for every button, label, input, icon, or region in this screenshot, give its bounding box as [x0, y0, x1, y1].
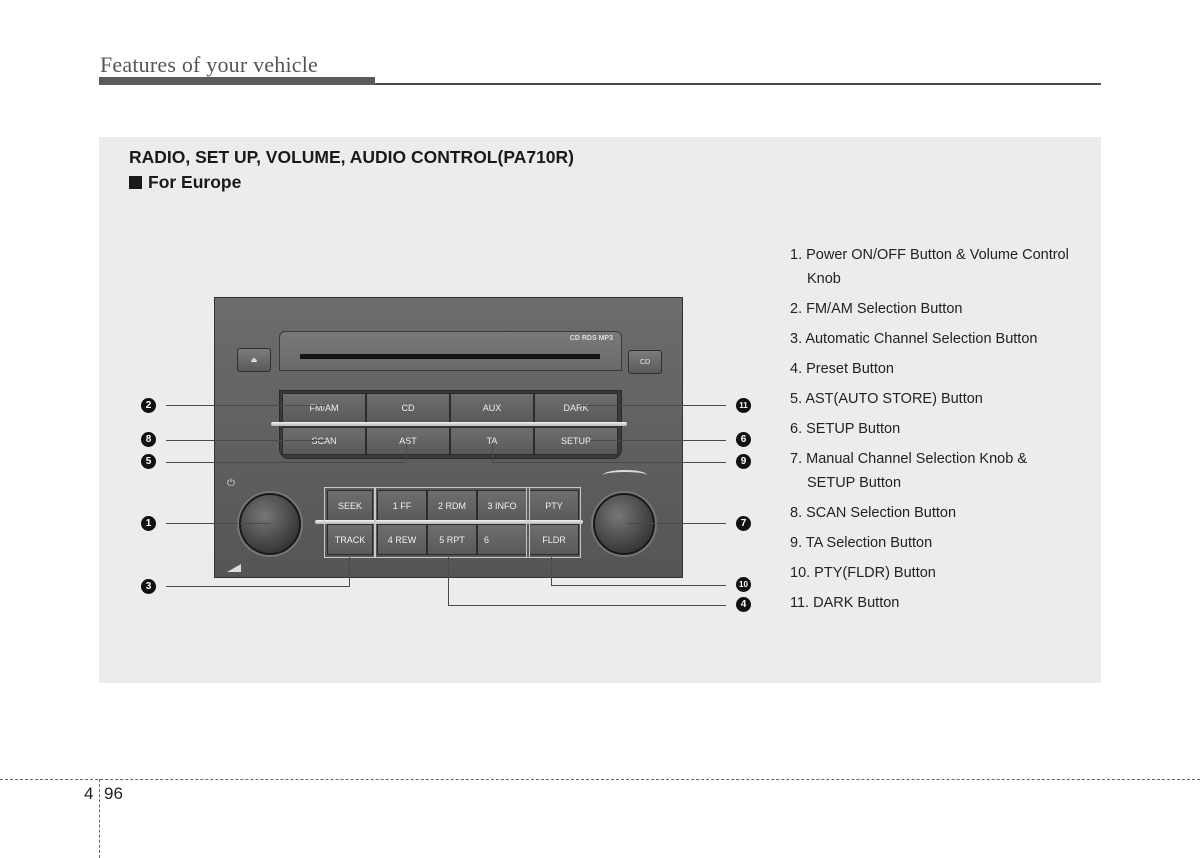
callout-badge-11: 11: [736, 398, 751, 413]
legend-item: 8. SCAN Selection Button: [790, 498, 1100, 528]
legend-item: 9. TA Selection Button: [790, 528, 1100, 558]
chapter-number: 4: [84, 784, 94, 803]
legend-item-text: 4. Preset Button: [790, 361, 894, 377]
power-volume-knob[interactable]: [239, 493, 301, 555]
callout-line-3: [166, 586, 350, 587]
legend-item: 5. AST(AUTO STORE) Button: [790, 384, 1100, 414]
callout-badge-4: 4: [736, 597, 751, 612]
tune-setup-knob[interactable]: [593, 493, 655, 555]
eject-icon: ⏏: [250, 357, 258, 364]
cd-slit: [300, 354, 600, 359]
cd-mode-button[interactable]: CD: [366, 393, 450, 423]
square-bullet-icon: [129, 176, 142, 189]
legend-item-continuation: SETUP Button: [807, 475, 902, 491]
callout-badge-3: 3: [141, 579, 156, 594]
callout-badge-10: 10: [736, 577, 751, 592]
cd-slot: CD RDS MP3: [279, 331, 622, 371]
legend-item-text: 7. Manual Channel Selection Knob &: [790, 451, 1027, 467]
power-icon: ⏻: [227, 478, 235, 489]
callout-badge-2: 2: [141, 398, 156, 413]
cd-rds-mp3-logo: CD RDS MP3: [569, 335, 613, 342]
aux-label: AUX: [482, 403, 502, 413]
callout-line-1: [166, 523, 270, 524]
header-thin-rule: [375, 83, 1101, 85]
ast-button[interactable]: AST: [366, 427, 450, 455]
callout-badge-5: 5: [141, 454, 156, 469]
legend-item-text: 11. DARK Button: [790, 595, 900, 611]
ast-label: AST: [399, 436, 417, 446]
volume-ramp-icon: [227, 564, 241, 572]
callout-line-9-v: [492, 443, 493, 462]
callout-line-7: [628, 523, 726, 524]
callout-line-10-v: [551, 557, 552, 585]
callout-badge-8: 8: [141, 432, 156, 447]
legend-item-text: 10. PTY(FLDR) Button: [790, 565, 936, 581]
callout-line-5-v: [406, 443, 407, 462]
legend-item: 11. DARK Button: [790, 588, 1100, 618]
setup-button[interactable]: SETUP: [534, 427, 618, 455]
pty-fldr-highlight: [526, 487, 581, 558]
fm-am-button[interactable]: FM/AM: [282, 393, 366, 423]
callout-line-4-v: [448, 557, 449, 605]
footer-dashed-rule: [0, 779, 1200, 780]
aux-button[interactable]: AUX: [450, 393, 534, 423]
legend-item: 2. FM/AM Selection Button: [790, 294, 1100, 324]
callout-line-2: [166, 405, 326, 406]
callout-line-5: [166, 462, 406, 463]
legend-item-text: 2. FM/AM Selection Button: [790, 301, 963, 317]
callout-badge-9: 9: [736, 454, 751, 469]
radio-unit-illustration: CD RDS MP3 ⏏ CD FM/AM CD AUX DARK SCAN A…: [214, 297, 683, 578]
legend-item: 6. SETUP Button: [790, 414, 1100, 444]
scan-button[interactable]: SCAN: [282, 427, 366, 455]
callout-badge-1: 1: [141, 516, 156, 531]
callout-line-10: [551, 585, 726, 586]
legend-item: 1. Power ON/OFF Button & Volume Control K…: [790, 240, 1100, 291]
legend-item: 7. Manual Channel Selection Knob & SETUP …: [790, 444, 1100, 495]
tune-arc-icon: [603, 470, 647, 480]
legend-item: 3. Automatic Channel Selection Button: [790, 324, 1100, 354]
legend-item-text: 3. Automatic Channel Selection Button: [790, 331, 1038, 347]
setup-label: SETUP: [560, 436, 591, 446]
callout-badge-6: 6: [736, 432, 751, 447]
legend-item: 10. PTY(FLDR) Button: [790, 558, 1100, 588]
callout-line-11: [580, 405, 726, 406]
legend-item-text: 9. TA Selection Button: [790, 535, 933, 551]
section-title: RADIO, SET UP, VOLUME, AUDIO CONTROL(PA7…: [129, 147, 574, 167]
cd-button-label: CD: [639, 358, 651, 366]
legend-item-text: 6. SETUP Button: [790, 421, 901, 437]
legend-item: 4. Preset Button: [790, 354, 1100, 384]
cd-mode-label: CD: [401, 403, 415, 413]
header-thick-rule: [99, 77, 375, 85]
cd-button[interactable]: CD: [628, 350, 662, 374]
section-subtitle: For Europe: [129, 172, 241, 193]
dark-button[interactable]: DARK: [534, 393, 618, 423]
callout-badge-7: 7: [736, 516, 751, 531]
page-number: 96: [104, 784, 123, 803]
section-subtitle-text: For Europe: [148, 172, 242, 192]
callout-line-6: [590, 440, 726, 441]
callout-line-8: [166, 440, 326, 441]
preset-highlight: [374, 487, 530, 558]
running-header-title: Features of your vehicle: [100, 52, 319, 77]
seek-track-highlight: [324, 487, 376, 558]
footer-dashed-divider: [99, 779, 100, 858]
scan-label: SCAN: [311, 436, 337, 446]
callout-line-4: [448, 605, 726, 606]
legend-item-text: 8. SCAN Selection Button: [790, 505, 957, 521]
legend-item-text: 1. Power ON/OFF Button & Volume Control: [790, 247, 1069, 263]
legend-item-text: 5. AST(AUTO STORE) Button: [790, 391, 983, 407]
eject-button[interactable]: ⏏: [237, 348, 271, 372]
legend-list: 1. Power ON/OFF Button & Volume Control K…: [790, 240, 1100, 618]
callout-line-9: [492, 462, 726, 463]
chrome-trim-upper: [271, 422, 627, 426]
callout-line-3-v: [349, 557, 350, 586]
legend-item-continuation: Knob: [807, 271, 841, 287]
